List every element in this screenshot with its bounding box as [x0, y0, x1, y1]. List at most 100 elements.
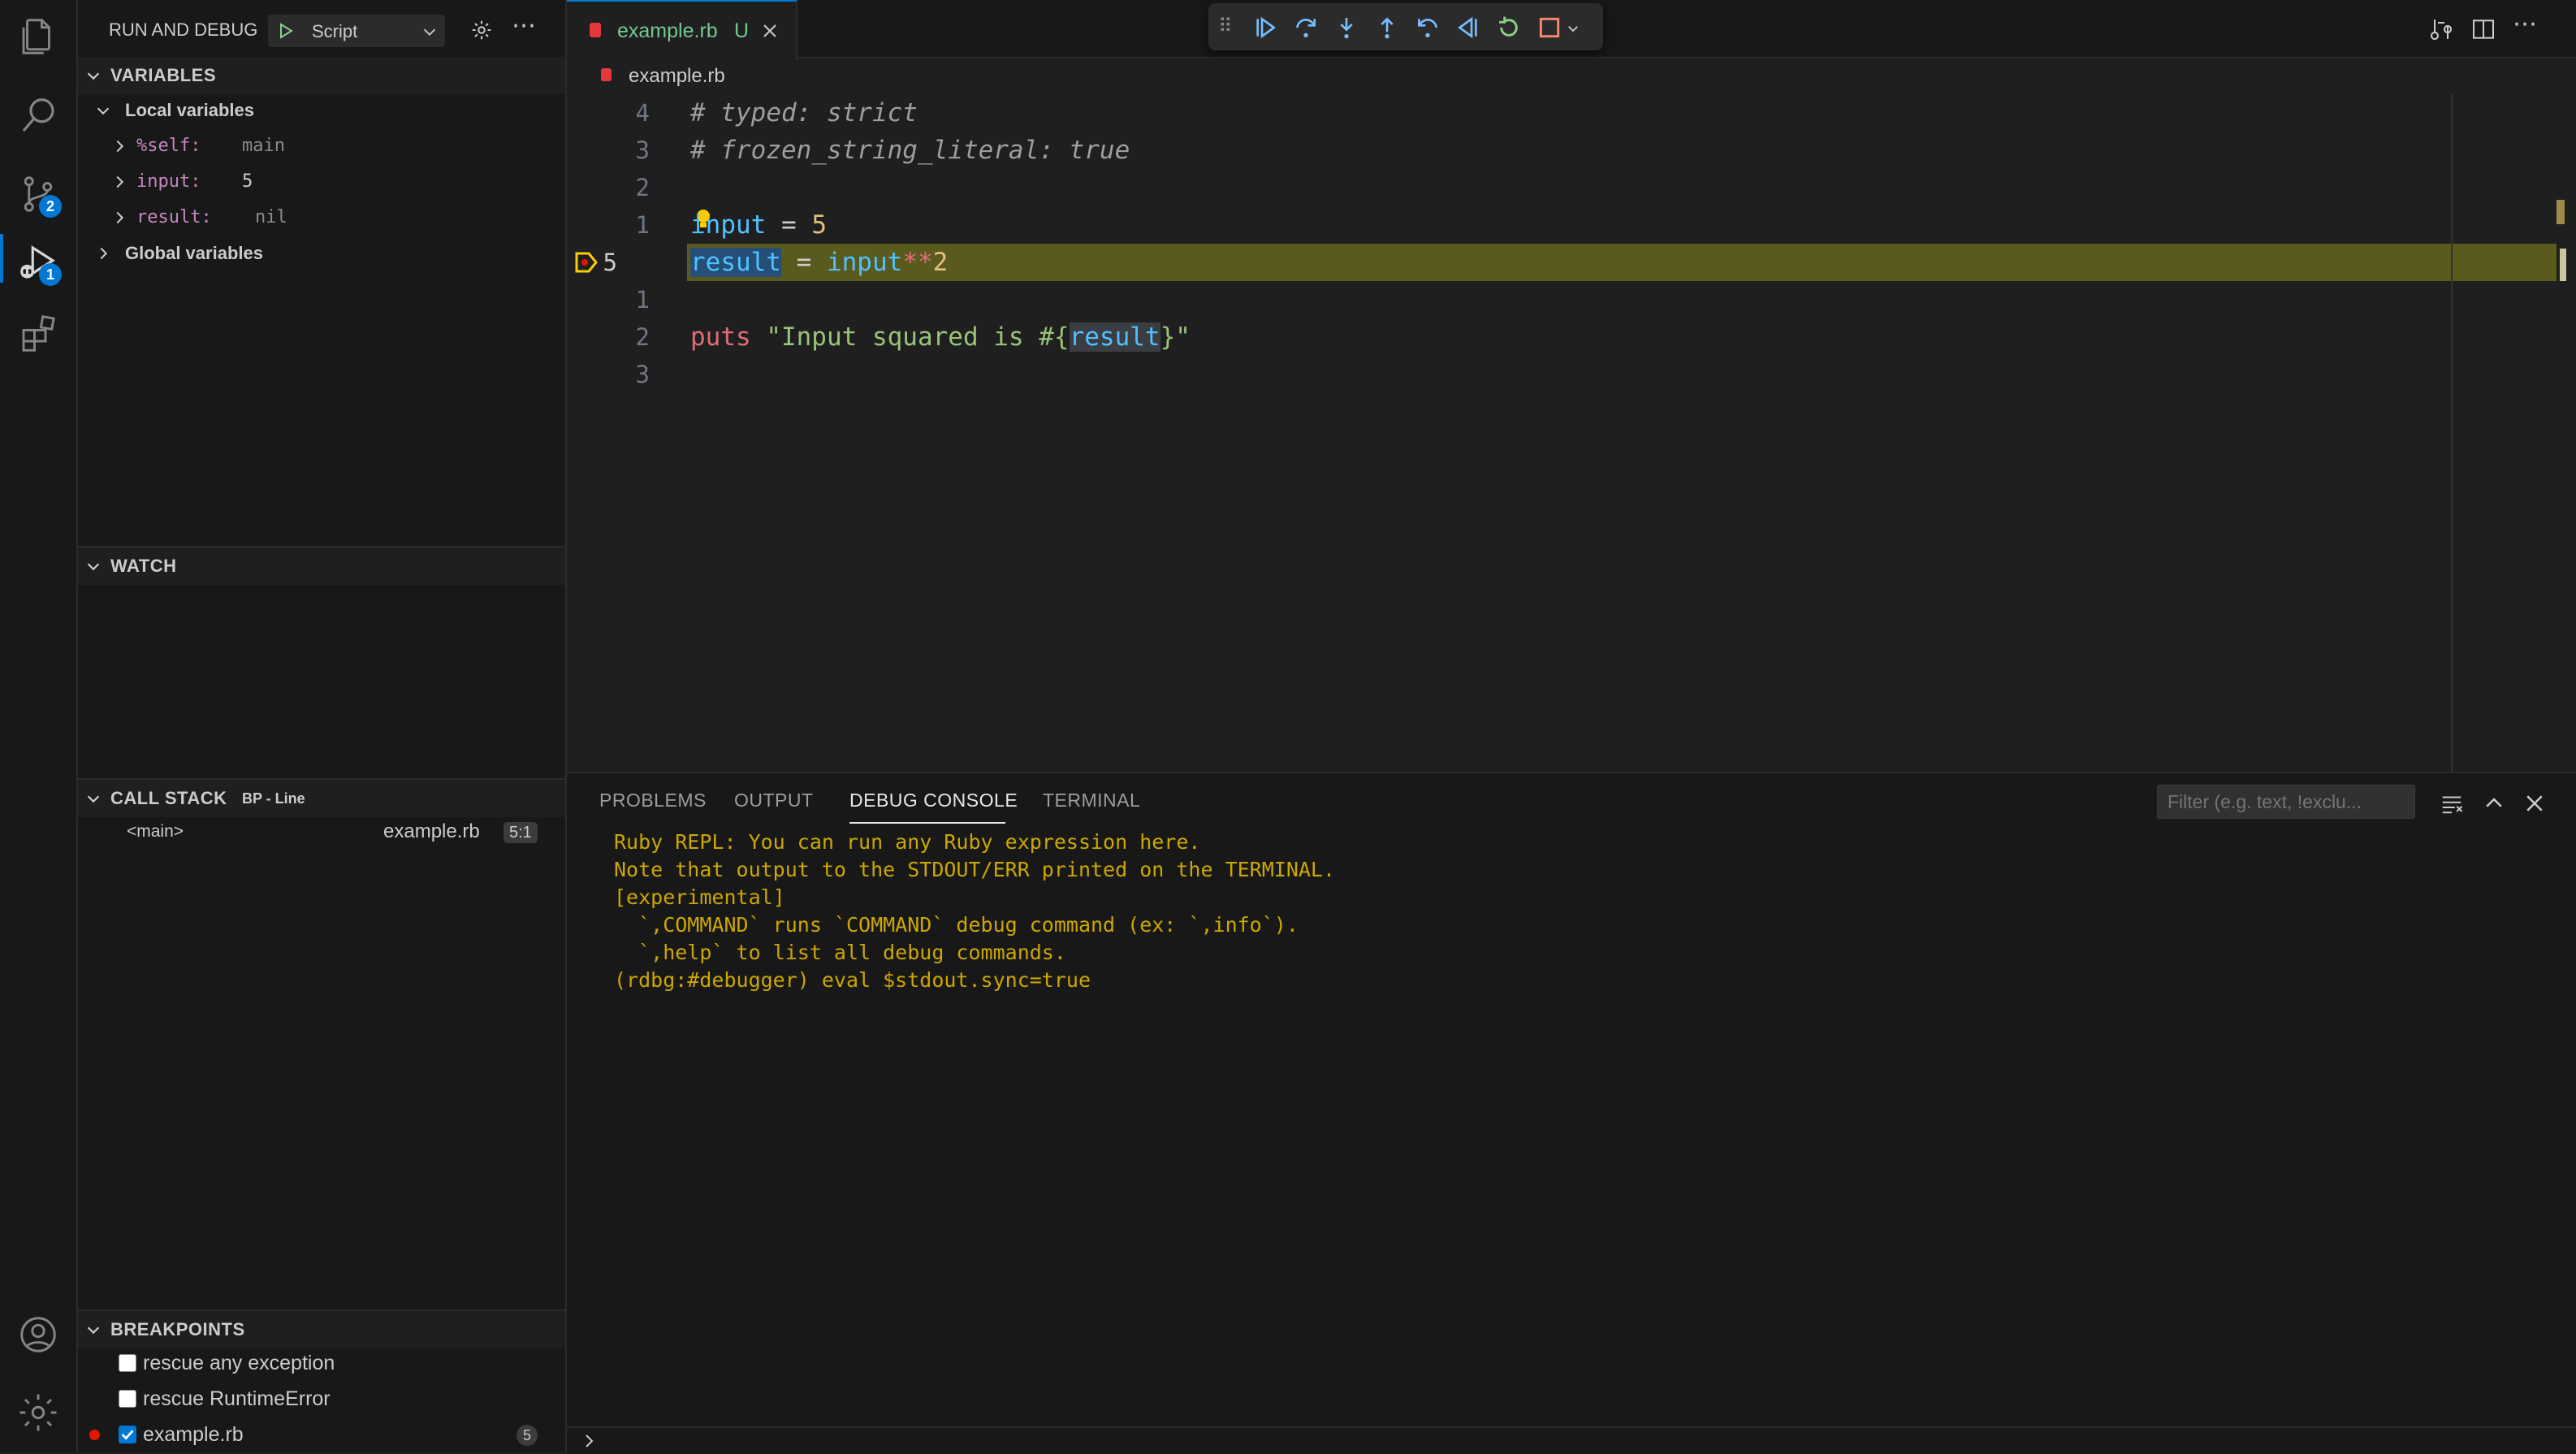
chevron-right-icon	[100, 247, 108, 260]
console-repl-input[interactable]	[607, 1430, 2557, 1452]
tab-debug-console[interactable]: DEBUG CONSOLE	[849, 790, 1018, 811]
breakpoint-checkbox[interactable]	[119, 1426, 136, 1443]
open-launch-json-gear-icon[interactable]	[469, 18, 494, 42]
line-number-current: 5	[603, 249, 617, 276]
call-stack-section-header[interactable]: CALL STACK BP - Line	[78, 778, 565, 817]
step-out-icon[interactable]	[1374, 15, 1400, 41]
run-debug-icon[interactable]: 1	[16, 240, 62, 286]
account-icon[interactable]	[16, 1313, 60, 1357]
chevron-down-icon	[87, 563, 100, 571]
console-output-line: Note that output to the STDOUT/ERR print…	[614, 858, 1336, 881]
code-operator: =	[766, 210, 812, 240]
explorer-icon[interactable]	[16, 15, 60, 58]
editor-ruler	[2451, 94, 2453, 772]
line-number: 1	[635, 211, 650, 239]
close-tab-icon[interactable]	[760, 21, 780, 41]
manage-gear-icon[interactable]	[16, 1391, 60, 1435]
restart-icon[interactable]	[1496, 15, 1522, 41]
breakpoint-label: rescue any exception	[143, 1352, 335, 1374]
variable-value: 5	[242, 171, 253, 192]
split-editor-icon[interactable]	[2470, 16, 2496, 42]
breakpoint-dot-icon	[89, 1430, 100, 1440]
tab-output[interactable]: OUTPUT	[734, 790, 814, 811]
call-stack-badge: BP - Line	[242, 790, 305, 807]
source-control-icon[interactable]: 2	[16, 172, 62, 218]
checkmark-icon	[121, 1430, 134, 1440]
console-output-line: [experimental]	[614, 885, 785, 909]
step-back-icon[interactable]	[1415, 15, 1441, 41]
editor-tab-example-rb[interactable]: example.rb U	[567, 0, 797, 60]
watch-title: WATCH	[110, 556, 177, 576]
line-number: 4	[635, 99, 650, 127]
bottom-panel: PROBLEMS OUTPUT DEBUG CONSOLE TERMINAL R…	[567, 772, 2576, 1454]
variable-value: nil	[255, 207, 287, 227]
current-line-highlight	[687, 244, 2557, 281]
code-interpolation: result	[1069, 322, 1160, 352]
variable-name: %self:	[136, 136, 201, 156]
breakpoint-checkbox[interactable]	[119, 1354, 136, 1372]
code-line-input: input = 5	[690, 206, 827, 244]
code-variable: input	[690, 210, 767, 240]
step-into-icon[interactable]	[1333, 15, 1359, 41]
step-over-icon[interactable]	[1293, 15, 1319, 41]
watch-section-header[interactable]: WATCH	[78, 546, 565, 585]
stack-frame-row[interactable]: <main> example.rb 5:1	[78, 816, 565, 848]
breakpoint-row[interactable]: example.rb 5	[78, 1418, 565, 1451]
breadcrumb: example.rb	[567, 60, 2576, 94]
open-changes-icon[interactable]	[2428, 16, 2454, 42]
stack-frame-file: example.rb	[383, 820, 480, 842]
code-editor[interactable]	[567, 94, 2576, 772]
breakpoint-label: example.rb	[143, 1423, 244, 1446]
continue-icon[interactable]	[1252, 15, 1278, 41]
extensions-icon[interactable]	[16, 312, 60, 356]
code-operator: =	[780, 248, 827, 277]
ruby-file-icon	[590, 23, 601, 37]
start-debug-icon[interactable]	[276, 21, 296, 41]
tab-label: example.rb	[617, 19, 718, 42]
code-operator: **	[902, 248, 933, 277]
search-icon[interactable]	[16, 94, 60, 138]
console-input-divider	[567, 1426, 2576, 1428]
clear-console-icon[interactable]	[2440, 791, 2464, 816]
code-variable-selected: result	[690, 248, 781, 277]
overview-ruler-marker	[2557, 200, 2565, 224]
breakpoint-checkbox[interactable]	[119, 1390, 136, 1408]
breakpoint-row[interactable]: rescue any exception	[78, 1347, 565, 1379]
ruby-file-icon	[601, 68, 612, 81]
breakpoint-line-badge: 5	[516, 1425, 538, 1446]
breadcrumb-file[interactable]: example.rb	[629, 65, 725, 88]
console-filter-input[interactable]	[2157, 785, 2415, 819]
local-variables-label: Local variables	[125, 100, 254, 120]
breakpoints-title: BREAKPOINTS	[110, 1319, 245, 1339]
active-indicator	[0, 234, 3, 283]
sidebar-title: RUN AND DEBUG	[109, 19, 258, 40]
variable-name: result:	[136, 207, 212, 227]
active-tab-underline	[849, 822, 1005, 824]
more-actions-icon[interactable]: ⋯	[512, 11, 536, 40]
drag-handle-icon[interactable]: ⠿	[1218, 15, 1233, 38]
code-comment: # typed: strict	[690, 98, 918, 128]
maximize-panel-icon[interactable]	[2482, 791, 2506, 816]
debug-config-select[interactable]: Script	[268, 15, 445, 47]
code-number: 2	[932, 248, 949, 277]
debug-stackframe-icon[interactable]	[575, 252, 598, 273]
tab-terminal[interactable]: TERMINAL	[1043, 790, 1140, 811]
reverse-continue-icon[interactable]	[1455, 15, 1481, 41]
tab-problems[interactable]: PROBLEMS	[599, 790, 707, 811]
breakpoint-row[interactable]: rescue RuntimeError	[78, 1383, 565, 1415]
variables-section-header[interactable]: VARIABLES	[78, 57, 565, 94]
config-select-label: Script	[312, 21, 358, 41]
chevron-down-icon	[87, 795, 100, 803]
close-panel-icon[interactable]	[2522, 791, 2547, 816]
editor-more-actions-icon[interactable]: ⋯	[2513, 10, 2537, 38]
chevron-down-icon	[87, 72, 100, 80]
chevron-down-icon	[97, 107, 110, 115]
activity-bar: 2 1	[0, 0, 78, 1452]
breakpoints-section-header[interactable]: BREAKPOINTS	[78, 1309, 565, 1348]
console-output-line: Ruby REPL: You can run any Ruby expressi…	[614, 830, 1201, 854]
line-number: 2	[635, 323, 650, 351]
debug-badge: 1	[39, 263, 62, 286]
chevron-down-icon[interactable]	[1566, 21, 1580, 36]
stop-icon[interactable]	[1537, 15, 1562, 41]
code-method: puts	[690, 322, 751, 352]
